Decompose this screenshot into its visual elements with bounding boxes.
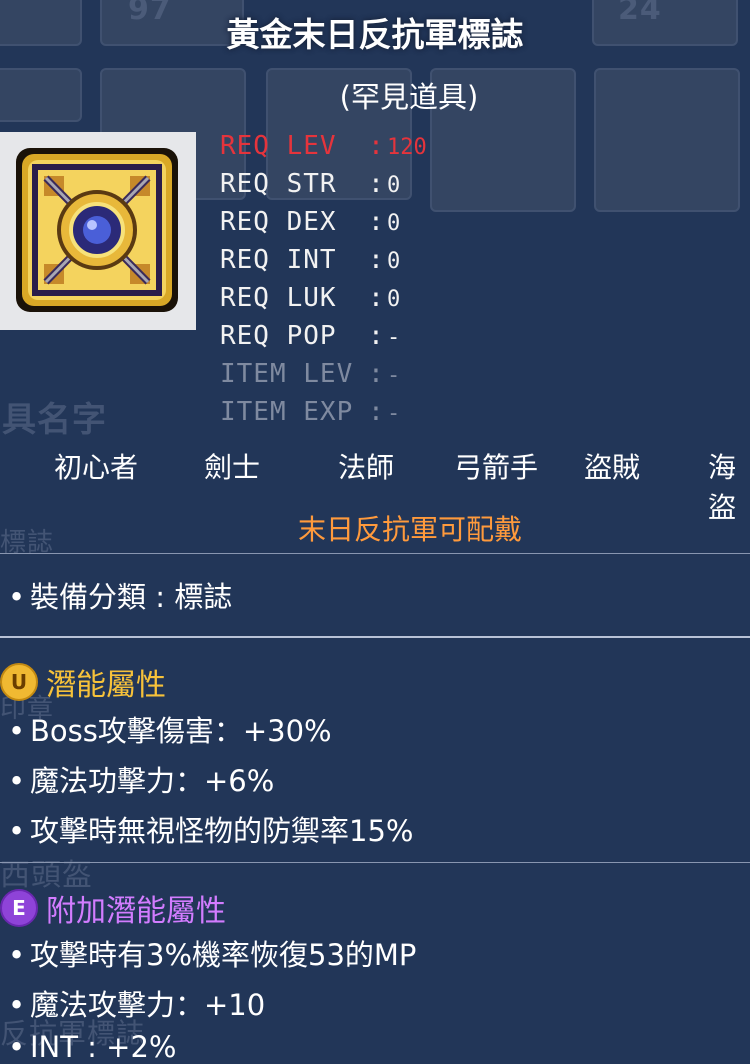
divider	[0, 636, 750, 638]
req-int-row: REQ INT:0	[220, 244, 400, 280]
job-magician: 法師	[338, 451, 395, 484]
req-label: REQ DEX	[220, 207, 337, 237]
potential-grade-icon: U	[0, 663, 38, 701]
potential-header: U 潛能屬性	[0, 660, 166, 704]
req-label: ITEM LEV	[220, 359, 354, 389]
job-thief: 盜賊	[584, 451, 641, 484]
req-value: 0	[387, 211, 401, 236]
potential-line: • 攻擊時無視怪物的防禦率15%	[8, 814, 414, 848]
category-text: 裝備分類 : 標誌	[30, 580, 233, 614]
req-level-row: REQ LEV:120	[220, 130, 427, 166]
req-label: REQ LUK	[220, 283, 337, 313]
req-label: REQ STR	[220, 169, 337, 199]
bonus-potential-line: • 魔法攻擊力：+10	[8, 988, 266, 1022]
req-label: REQ LEV	[220, 131, 337, 161]
bonus-potential-line: • INT : +2%	[8, 1030, 177, 1064]
req-value: 0	[387, 249, 401, 274]
potential-title: 潛能屬性	[46, 668, 166, 703]
req-luk-row: REQ LUK:0	[220, 282, 400, 318]
equip-restriction: 末日反抗軍可配戴	[297, 513, 522, 546]
emblem-icon	[16, 148, 178, 312]
bonus-potential-header: E 附加潛能屬性	[0, 886, 226, 930]
potential-line: • Boss攻擊傷害：+30%	[8, 714, 332, 748]
potential-line: • 魔法功擊力：+6%	[8, 764, 275, 798]
req-value: -	[387, 363, 401, 388]
job-beginner: 初心者	[54, 451, 139, 484]
req-label: REQ POP	[220, 321, 337, 351]
item-level-row: ITEM LEV: -	[220, 358, 400, 394]
item-name: 黃金末日反抗軍標誌	[226, 15, 524, 54]
req-value: 0	[387, 173, 401, 198]
req-dex-row: REQ DEX:0	[220, 206, 400, 242]
req-pop-row: REQ POP: -	[220, 320, 400, 356]
bonus-potential-grade-icon: E	[0, 889, 38, 927]
req-label: ITEM EXP	[220, 397, 354, 427]
item-exp-row: ITEM EXP: -	[220, 396, 400, 432]
req-value: 120	[387, 135, 427, 160]
job-warrior: 劍士	[204, 451, 261, 484]
req-label: REQ INT	[220, 245, 337, 275]
bonus-potential-line: • 攻擊時有3%機率恢復53的MP	[8, 938, 417, 972]
divider	[0, 862, 750, 863]
req-value: -	[387, 401, 401, 426]
req-str-row: REQ STR:0	[220, 168, 400, 204]
job-bowman: 弓箭手	[454, 451, 539, 484]
req-value: 0	[387, 287, 401, 312]
bg-item-name-header: 具名字	[2, 400, 107, 440]
bonus-potential-title: 附加潛能屬性	[46, 894, 226, 929]
item-icon-frame	[0, 132, 196, 330]
req-value: -	[387, 325, 401, 350]
divider	[0, 553, 750, 554]
item-rarity: (罕見道具)	[339, 80, 479, 114]
category-line: • 裝備分類 : 標誌	[8, 580, 233, 614]
